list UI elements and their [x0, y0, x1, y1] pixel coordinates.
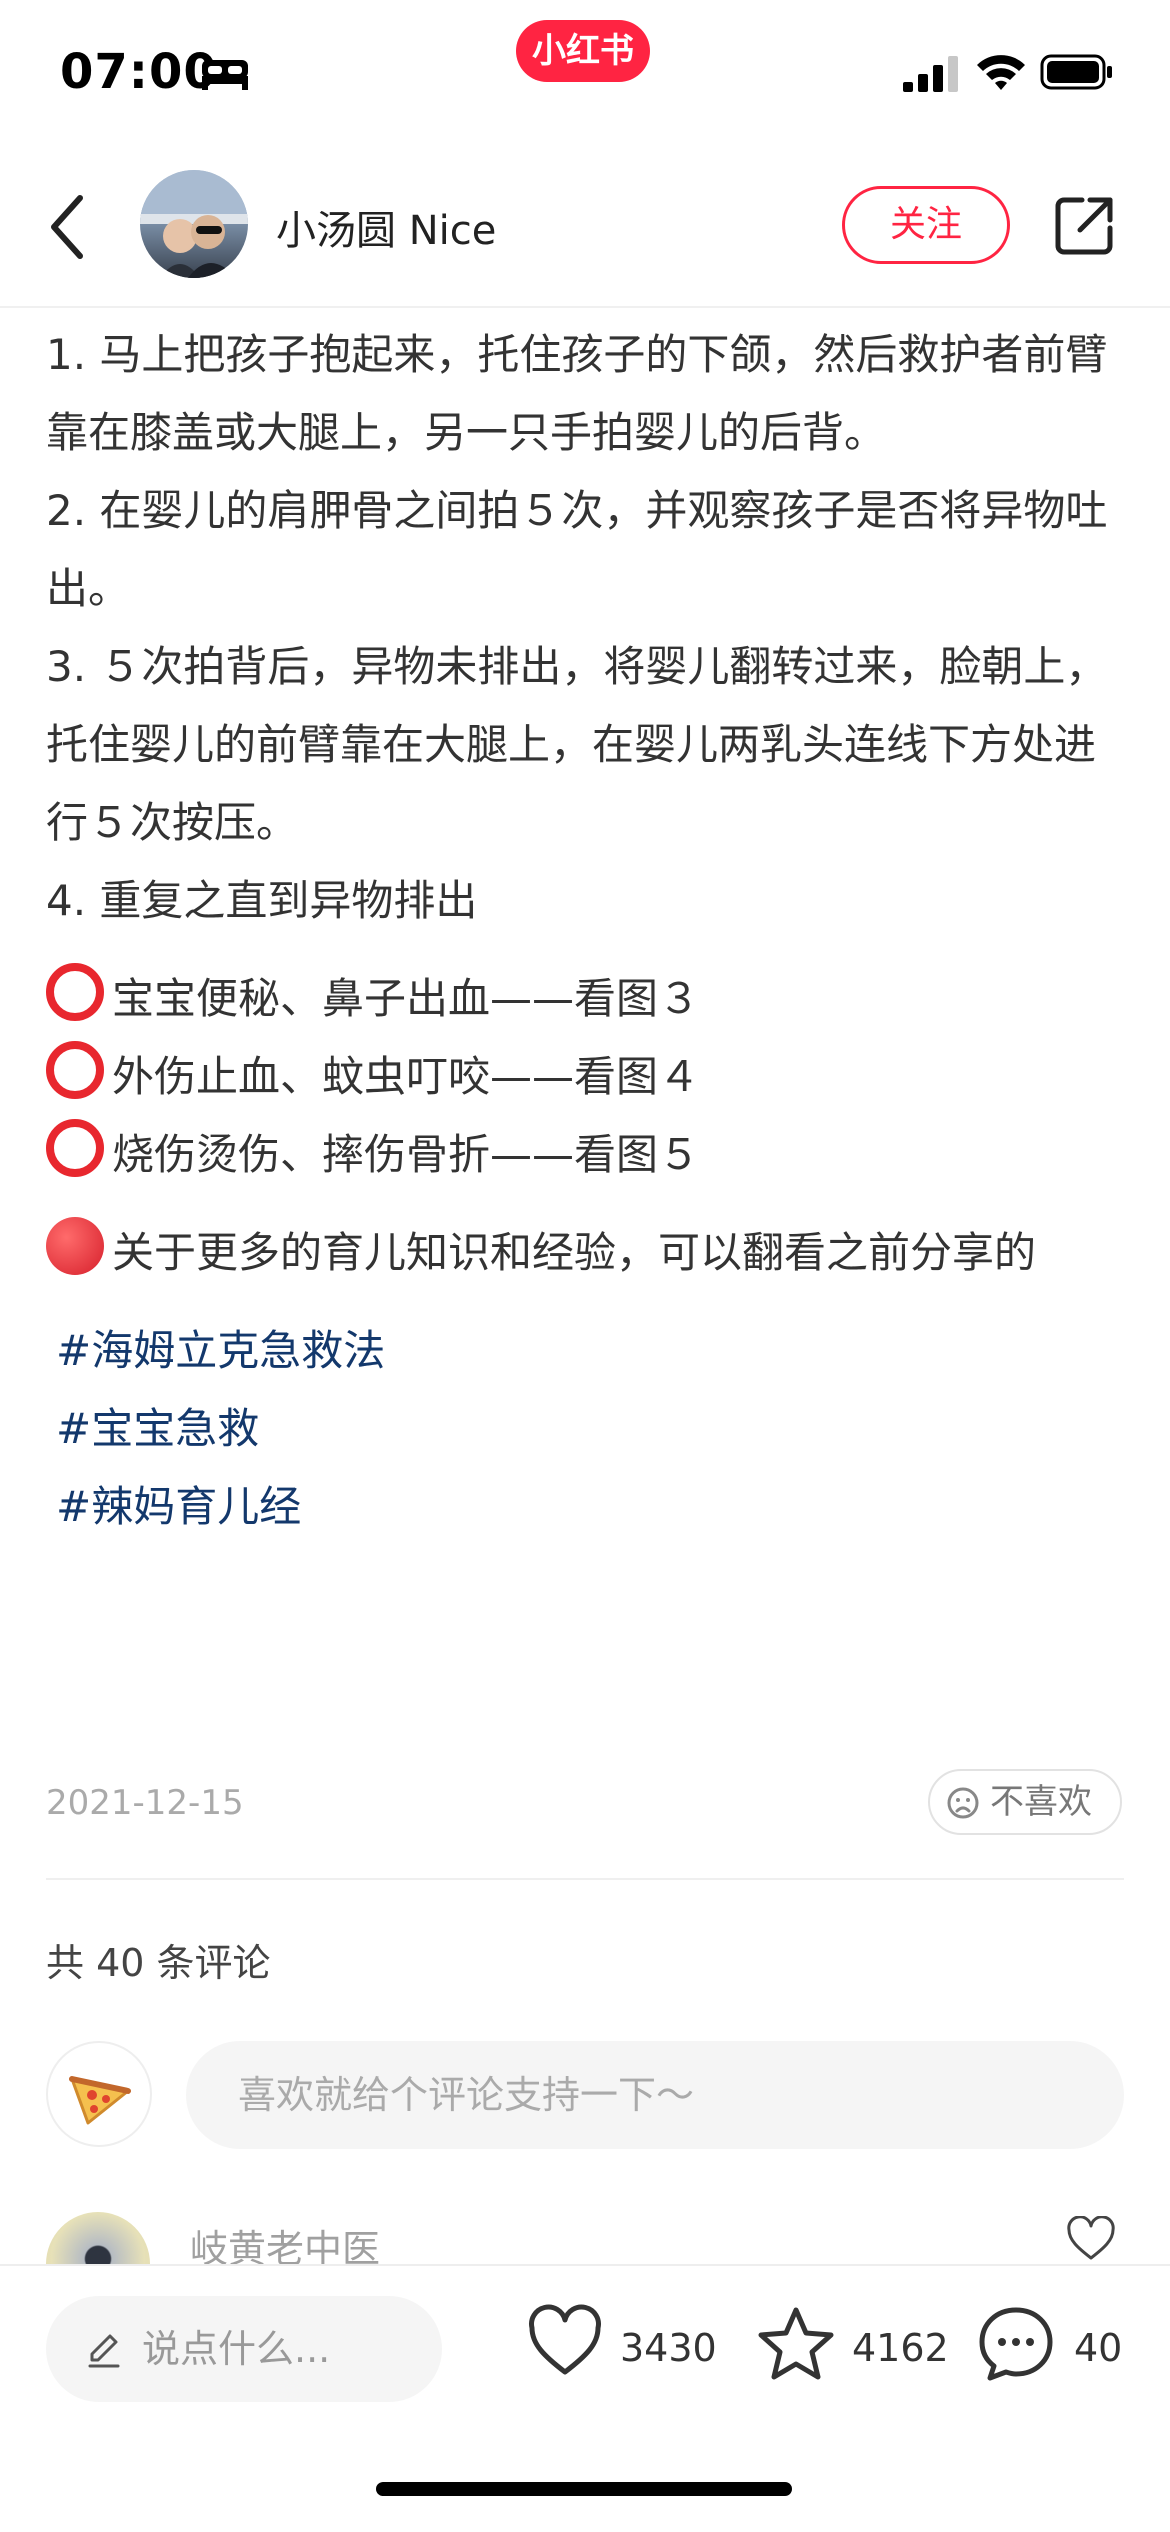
step-4: 4. 重复之直到异物排出	[46, 876, 478, 925]
home-indicator	[376, 2482, 792, 2496]
post-header: 小汤圆 Nice 关注	[0, 150, 1170, 308]
author-avatar[interactable]	[140, 170, 248, 278]
hashtag-link[interactable]: #海姆立克急救法	[46, 1312, 1136, 1390]
bullet-item: 烧伤烫伤、摔伤骨折——看图５	[46, 1116, 1136, 1194]
divider	[46, 1878, 1124, 1880]
say-something-input[interactable]: 说点什么...	[46, 2296, 442, 2402]
status-bar: 07:00 小红书	[0, 0, 1170, 150]
circle-icon	[46, 963, 104, 1021]
note-paragraph: 关于更多的育儿知识和经验，可以翻看之前分享的	[46, 1214, 1136, 1292]
follow-button[interactable]: 关注	[842, 186, 1010, 264]
like-button[interactable]: 3430	[526, 2304, 726, 2394]
heart-icon	[529, 2304, 601, 2375]
heart-icon[interactable]	[1066, 2216, 1116, 2262]
status-time: 07:00	[60, 44, 218, 100]
red-dot-icon	[46, 1217, 104, 1275]
back-icon[interactable]	[44, 190, 94, 264]
avatar-photo	[140, 170, 248, 278]
bullet-text: 宝宝便秘、鼻子出血——看图３	[112, 974, 701, 1023]
comment-count-label: 40	[1074, 2326, 1123, 2370]
signal-icon	[903, 56, 958, 92]
note-text: 关于更多的育儿知识和经验，可以翻看之前分享的	[112, 1228, 1037, 1277]
wifi-icon	[977, 55, 1025, 90]
circle-icon	[46, 1119, 104, 1177]
comment-count: 共 40 条评论	[46, 1941, 271, 1985]
bullet-text: 外伤止血、蚊虫叮咬——看图４	[112, 1052, 701, 1101]
bullet-item: 外伤止血、蚊虫叮咬——看图４	[46, 1038, 1136, 1116]
share-icon[interactable]	[1052, 194, 1116, 258]
dislike-label: 不喜欢	[990, 1782, 1092, 1822]
battery-icon	[1040, 54, 1112, 90]
like-count: 3430	[620, 2326, 717, 2370]
step-2: 2. 在婴儿的肩胛骨之间拍５次，并观察孩子是否将异物吐出。	[46, 486, 1108, 613]
pizza-icon	[69, 2076, 131, 2125]
comment-icon	[979, 2307, 1053, 2381]
my-avatar	[46, 2041, 152, 2147]
pen-icon	[88, 2334, 120, 2368]
app-badge: 小红书	[516, 20, 650, 82]
post-date: 2021-12-15	[46, 1783, 244, 1823]
step-3: 3. ５次拍背后，异物未排出，将婴儿翻转过来，脸朝上，托住婴儿的前臂靠在大腿上，…	[46, 642, 1108, 847]
sleep-icon	[202, 60, 248, 90]
sad-face-icon	[947, 1787, 979, 1819]
hashtag-link[interactable]: #辣妈育儿经	[46, 1468, 1136, 1546]
dislike-button[interactable]: 不喜欢	[928, 1769, 1122, 1835]
post-content: 1. 马上把孩子抱起来，托住孩子的下颌，然后救护者前臂靠在膝盖或大腿上，另一只手…	[46, 316, 1136, 1546]
comment-input[interactable]: 喜欢就给个评论支持一下～	[186, 2041, 1124, 2149]
circle-icon	[46, 1041, 104, 1099]
bullet-item: 宝宝便秘、鼻子出血——看图３	[46, 960, 1136, 1038]
author-name[interactable]: 小汤圆 Nice	[276, 198, 496, 256]
step-1: 1. 马上把孩子抱起来，托住孩子的下颌，然后救护者前臂靠在膝盖或大腿上，另一只手…	[46, 330, 1108, 457]
comment-button[interactable]: 40	[976, 2304, 1136, 2394]
star-icon	[758, 2307, 834, 2380]
collect-button[interactable]: 4162	[756, 2304, 956, 2394]
collect-count: 4162	[852, 2326, 949, 2370]
bullet-text: 烧伤烫伤、摔伤骨折——看图５	[112, 1130, 701, 1179]
say-something-placeholder: 说点什么...	[142, 2327, 331, 2371]
hashtag-link[interactable]: #宝宝急救	[46, 1390, 1136, 1468]
